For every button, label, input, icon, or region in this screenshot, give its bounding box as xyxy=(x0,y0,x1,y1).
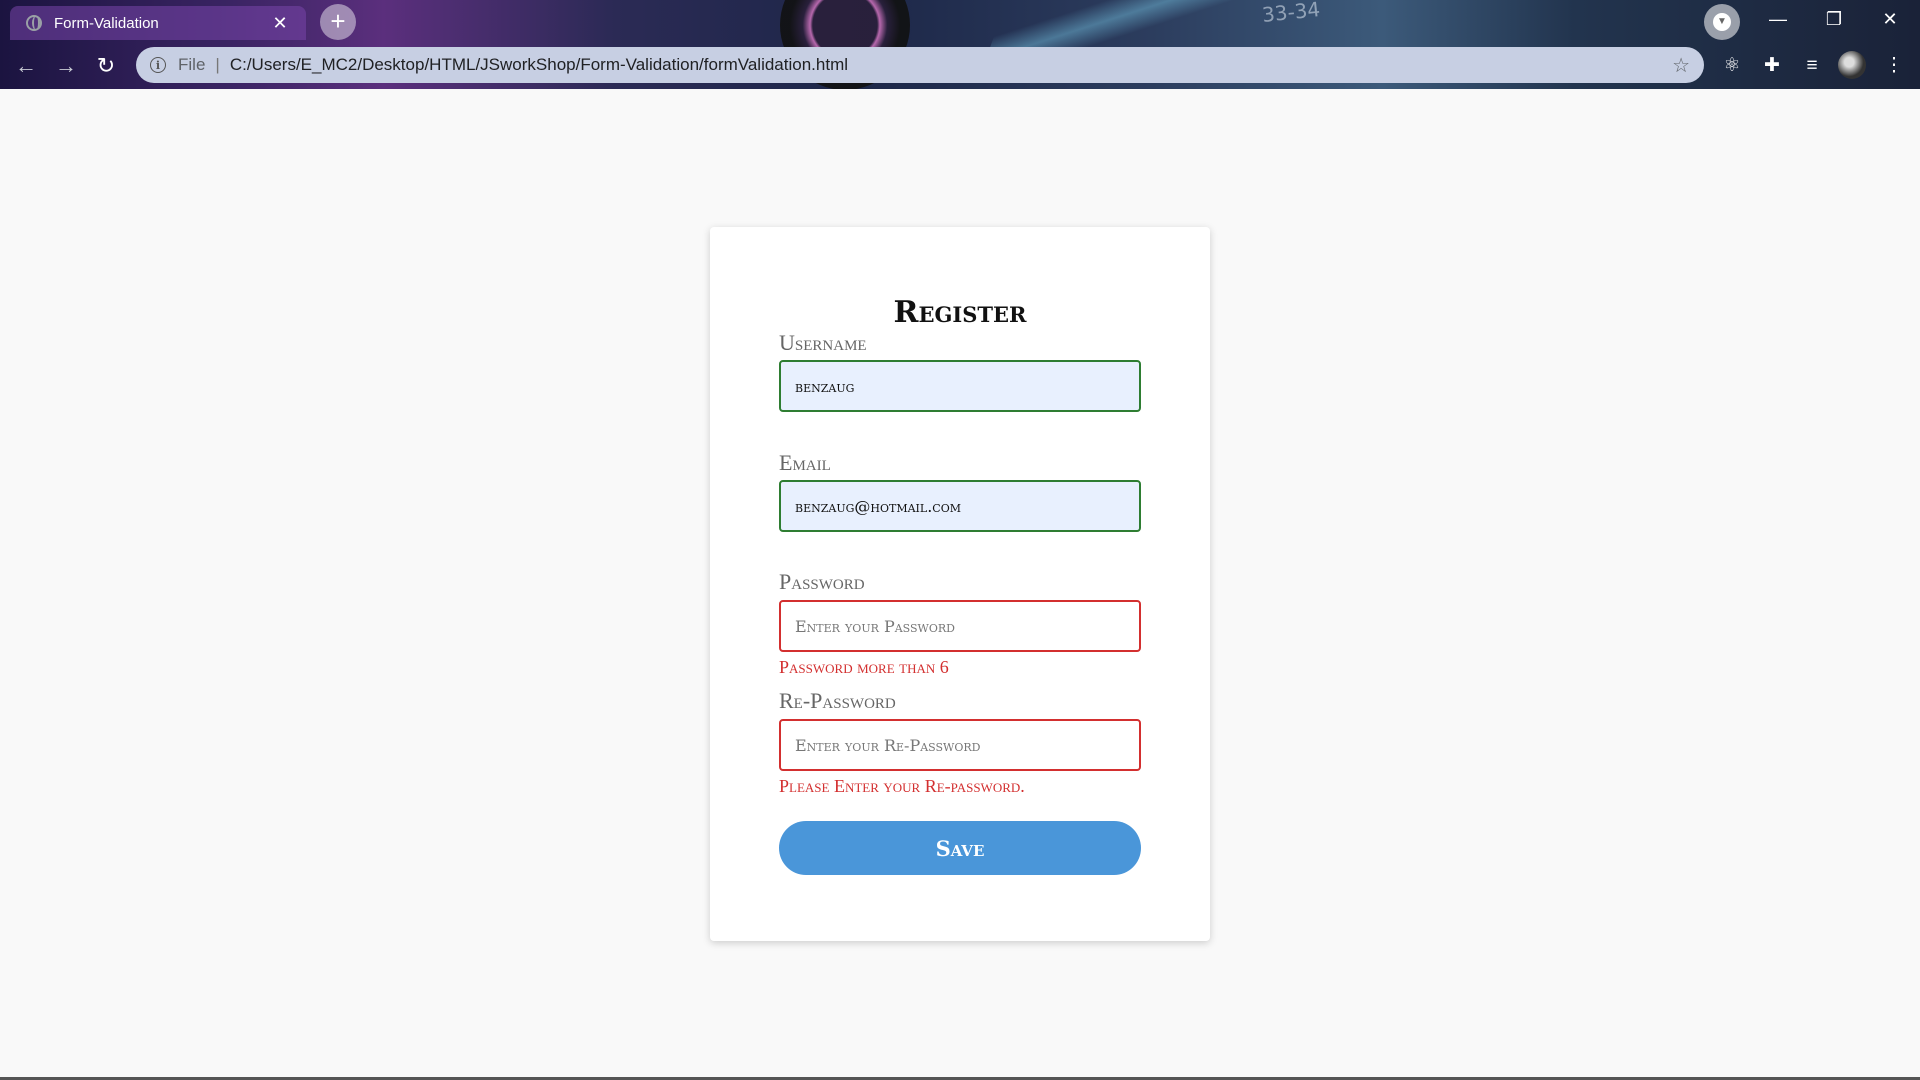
register-card: Register Username Email Password Passwor… xyxy=(710,227,1210,941)
profile-avatar[interactable] xyxy=(1838,51,1866,79)
background-light-art xyxy=(989,0,1271,50)
minimize-button[interactable]: — xyxy=(1750,0,1806,40)
back-button[interactable]: ← xyxy=(8,48,44,84)
close-tab-icon[interactable]: ✕ xyxy=(270,13,290,34)
background-theme-text: 33-34 xyxy=(1260,0,1322,27)
reload-button[interactable]: ↻ xyxy=(88,48,124,84)
new-tab-button[interactable]: + xyxy=(320,4,356,40)
browser-tab[interactable]: Form-Validation ✕ xyxy=(10,6,306,40)
restore-button[interactable]: ❐ xyxy=(1806,0,1862,40)
chevron-down-icon: ▼ xyxy=(1713,13,1731,31)
re-password-error: Please Enter your Re-password. xyxy=(779,776,1025,796)
tab-title: Form-Validation xyxy=(54,14,159,32)
address-url[interactable]: C:/Users/E_MC2/Desktop/HTML/JSworkShop/F… xyxy=(230,55,1672,75)
forward-button[interactable]: → xyxy=(48,48,84,84)
re-password-label: Re-Password xyxy=(779,688,896,713)
password-input[interactable] xyxy=(779,600,1141,652)
reading-list-icon[interactable]: ≡ xyxy=(1796,50,1828,82)
window-close-button[interactable]: ✕ xyxy=(1862,0,1918,40)
address-separator: | xyxy=(215,55,220,74)
re-password-input[interactable] xyxy=(779,719,1141,771)
browser-chrome: 33-34 Form-Validation ✕ + ▼ — ❐ ✕ ← → ↻ … xyxy=(0,0,1920,89)
browser-toolbar: ← → ↻ i File | C:/Users/E_MC2/Desktop/HT… xyxy=(0,46,1920,86)
bookmark-star-icon[interactable]: ☆ xyxy=(1672,53,1690,78)
username-input[interactable] xyxy=(779,360,1141,412)
address-bar[interactable]: i File | C:/Users/E_MC2/Desktop/HTML/JSw… xyxy=(136,47,1704,83)
react-devtools-icon[interactable]: ⚛ xyxy=(1716,50,1748,82)
password-label: Password xyxy=(779,569,865,594)
menu-icon[interactable]: ⋮ xyxy=(1878,50,1910,82)
email-label: Email xyxy=(779,450,831,475)
address-scheme: File xyxy=(178,55,206,74)
password-error: Password more than 6 xyxy=(779,657,949,677)
extensions-icon[interactable]: ✚ xyxy=(1756,50,1788,82)
globe-icon xyxy=(26,15,42,31)
page-title: Register xyxy=(893,295,1027,330)
tab-search-button[interactable]: ▼ xyxy=(1704,4,1740,40)
username-label: Username xyxy=(779,330,867,355)
email-input[interactable] xyxy=(779,480,1141,532)
info-icon[interactable]: i xyxy=(150,57,166,73)
save-button[interactable]: Save xyxy=(779,821,1141,875)
